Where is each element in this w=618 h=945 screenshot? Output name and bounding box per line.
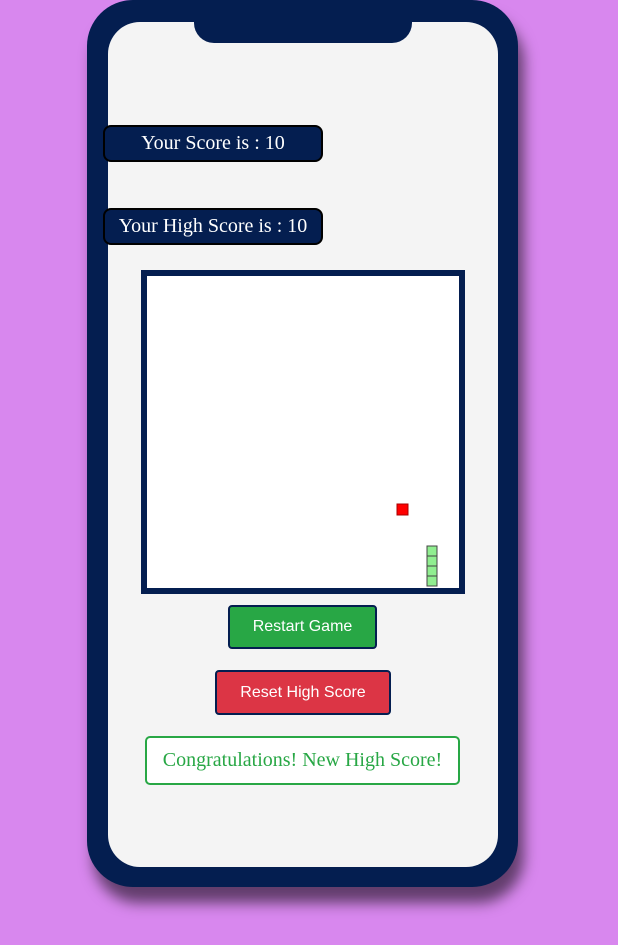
game-board[interactable] [141,270,465,594]
score-display: Your Score is : 10 [103,125,323,162]
snake-segment [426,555,438,567]
snake [426,545,438,587]
snake-segment [426,565,438,577]
food-item [396,503,409,516]
phone-notch [194,0,412,43]
snake-segment [426,545,438,557]
game-canvas [396,503,438,587]
snake-segment [426,575,438,587]
reset-high-score-button[interactable]: Reset High Score [215,670,391,715]
high-score-display: Your High Score is : 10 [103,208,323,245]
new-high-score-message: Congratulations! New High Score! [145,736,460,785]
restart-game-button[interactable]: Restart Game [228,605,377,649]
